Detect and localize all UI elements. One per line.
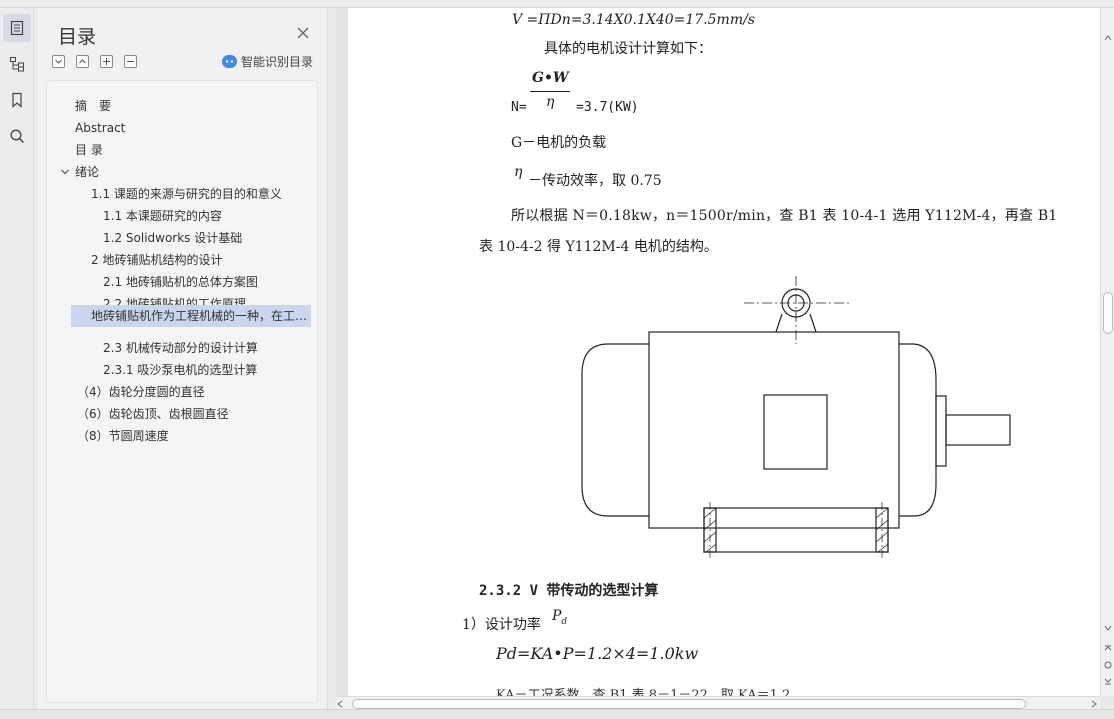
outline-tree-icon [10, 57, 24, 72]
search-button[interactable] [3, 122, 31, 150]
minus-icon [127, 61, 134, 62]
toc-item[interactable]: （6）齿轮齿顶、齿根圆直径 [47, 403, 317, 425]
remove-item-button[interactable] [124, 55, 137, 68]
scroll-right-arrow-icon[interactable] [1088, 700, 1098, 708]
plus-icon [103, 58, 110, 65]
section-heading-2-3-2: 2.3.2 V 带传动的选型计算 [479, 583, 659, 599]
vertical-scrollbar[interactable] [1100, 8, 1114, 696]
chevron-up-icon [79, 59, 86, 64]
load-definition: G－电机的负载 [511, 135, 607, 151]
ai-icon [222, 55, 237, 68]
smart-toc-label: 智能识别目录 [241, 55, 314, 69]
toc-item[interactable]: 摘 要 [47, 95, 317, 117]
vertical-scroll-thumb[interactable] [1103, 292, 1113, 334]
toc-item[interactable]: 目 录 [47, 139, 317, 161]
next-page-icon[interactable] [1103, 676, 1113, 686]
document-page: V =ΠDn=3.14X0.1X40=17.5mm/s 具体的电机设计计算如下：… [348, 8, 1100, 696]
horizontal-scrollbar[interactable] [336, 696, 1100, 710]
toc-item[interactable]: 绪论 [47, 161, 317, 183]
scroll-up-arrow-icon[interactable] [1103, 34, 1113, 42]
chevron-down-icon [55, 59, 62, 64]
toc-item[interactable]: 1.1 本课题研究的内容 [47, 205, 317, 227]
eta-symbol: η [514, 164, 523, 180]
efficiency-definition: －传动效率，取 0.75 [528, 173, 662, 189]
document-list-icon [10, 20, 24, 36]
panel-splitter[interactable] [328, 8, 336, 709]
scroll-left-arrow-icon[interactable] [336, 700, 346, 708]
bookmark-button[interactable] [3, 86, 31, 114]
motor-structure-drawing [581, 276, 1011, 560]
toc-item[interactable]: 1.1 课题的来源与研究的目的和意义 [47, 183, 317, 205]
toc-item[interactable]: （8）节圆周速度 [47, 425, 317, 447]
toc-item[interactable]: 2.1 地砖铺贴机的总体方案图 [47, 271, 317, 293]
toc-panel-button[interactable] [3, 14, 31, 42]
calc-intro: 具体的电机设计计算如下： [544, 41, 712, 57]
toc-panel: 目录 智能识别目录 摘 要 Abstract 目 录 绪论 1.1 课题的来源与… [38, 8, 328, 709]
condition-factor-line: KA－工况系数，查 B1 表 8－1－22，取 KA＝1.2 [496, 688, 791, 696]
power-prefix: N= [511, 100, 527, 115]
fraction-bar [530, 91, 570, 92]
toc-title: 目录 [58, 26, 97, 48]
smart-toc-button[interactable]: 智能识别目录 [222, 53, 313, 70]
bookmark-icon [12, 92, 22, 108]
toc-item[interactable]: 2.3.1 吸沙泵电机的选型计算 [47, 359, 317, 381]
add-item-button[interactable] [100, 55, 113, 68]
horizontal-scroll-thumb[interactable] [352, 699, 1026, 709]
formula-speed: V =ΠDn=3.14X0.1X40=17.5mm/s [512, 12, 756, 28]
paragraph-line-1: 所以根据 N＝0.18kw，n＝1500r/min，查 B1 表 10-4-1 … [511, 208, 1058, 224]
paragraph-line-2: 表 10-4-2 得 Y112M-4 电机的结构。 [479, 239, 718, 255]
prev-page-icon[interactable] [1103, 644, 1113, 654]
design-power-formula: Pd=KA•P=1.2×4=1.0kw [496, 644, 699, 663]
top-ruler [0, 0, 1114, 8]
scroll-down-arrow-icon[interactable] [1103, 624, 1113, 632]
toc-item[interactable]: 2 地砖铺贴机结构的设计 [47, 249, 317, 271]
page-select-icon[interactable] [1103, 660, 1113, 670]
power-result: =3.7(KW) [576, 100, 639, 115]
fraction-denominator: η [546, 94, 555, 110]
left-icon-rail [0, 8, 34, 709]
fraction-numerator: G•W [532, 70, 569, 86]
expand-all-button[interactable] [52, 55, 65, 68]
outline-button[interactable] [3, 50, 31, 78]
search-icon [10, 129, 25, 144]
toc-item[interactable]: （4）齿轮分度圆的直径 [47, 381, 317, 403]
toc-item[interactable]: 2.3 机械传动部分的设计计算 [47, 337, 317, 359]
collapse-all-button[interactable] [76, 55, 89, 68]
item-1-symbol: Pd [552, 608, 568, 627]
toc-item-selected[interactable]: 地砖铺贴机作为工程机械的一种，在工程施工中 [71, 305, 311, 327]
toc-item[interactable]: 1.2 Solidworks 设计基础 [47, 227, 317, 249]
wps-reader-window: 目录 智能识别目录 摘 要 Abstract 目 录 绪论 1.1 课题的来源与… [0, 0, 1114, 719]
item-1-label: 1）设计功率 [462, 617, 541, 633]
close-icon[interactable] [294, 24, 312, 42]
status-bar [0, 709, 1114, 719]
toc-item[interactable]: Abstract [47, 117, 317, 139]
toc-list: 摘 要 Abstract 目 录 绪论 1.1 课题的来源与研究的目的和意义 1… [46, 80, 318, 703]
